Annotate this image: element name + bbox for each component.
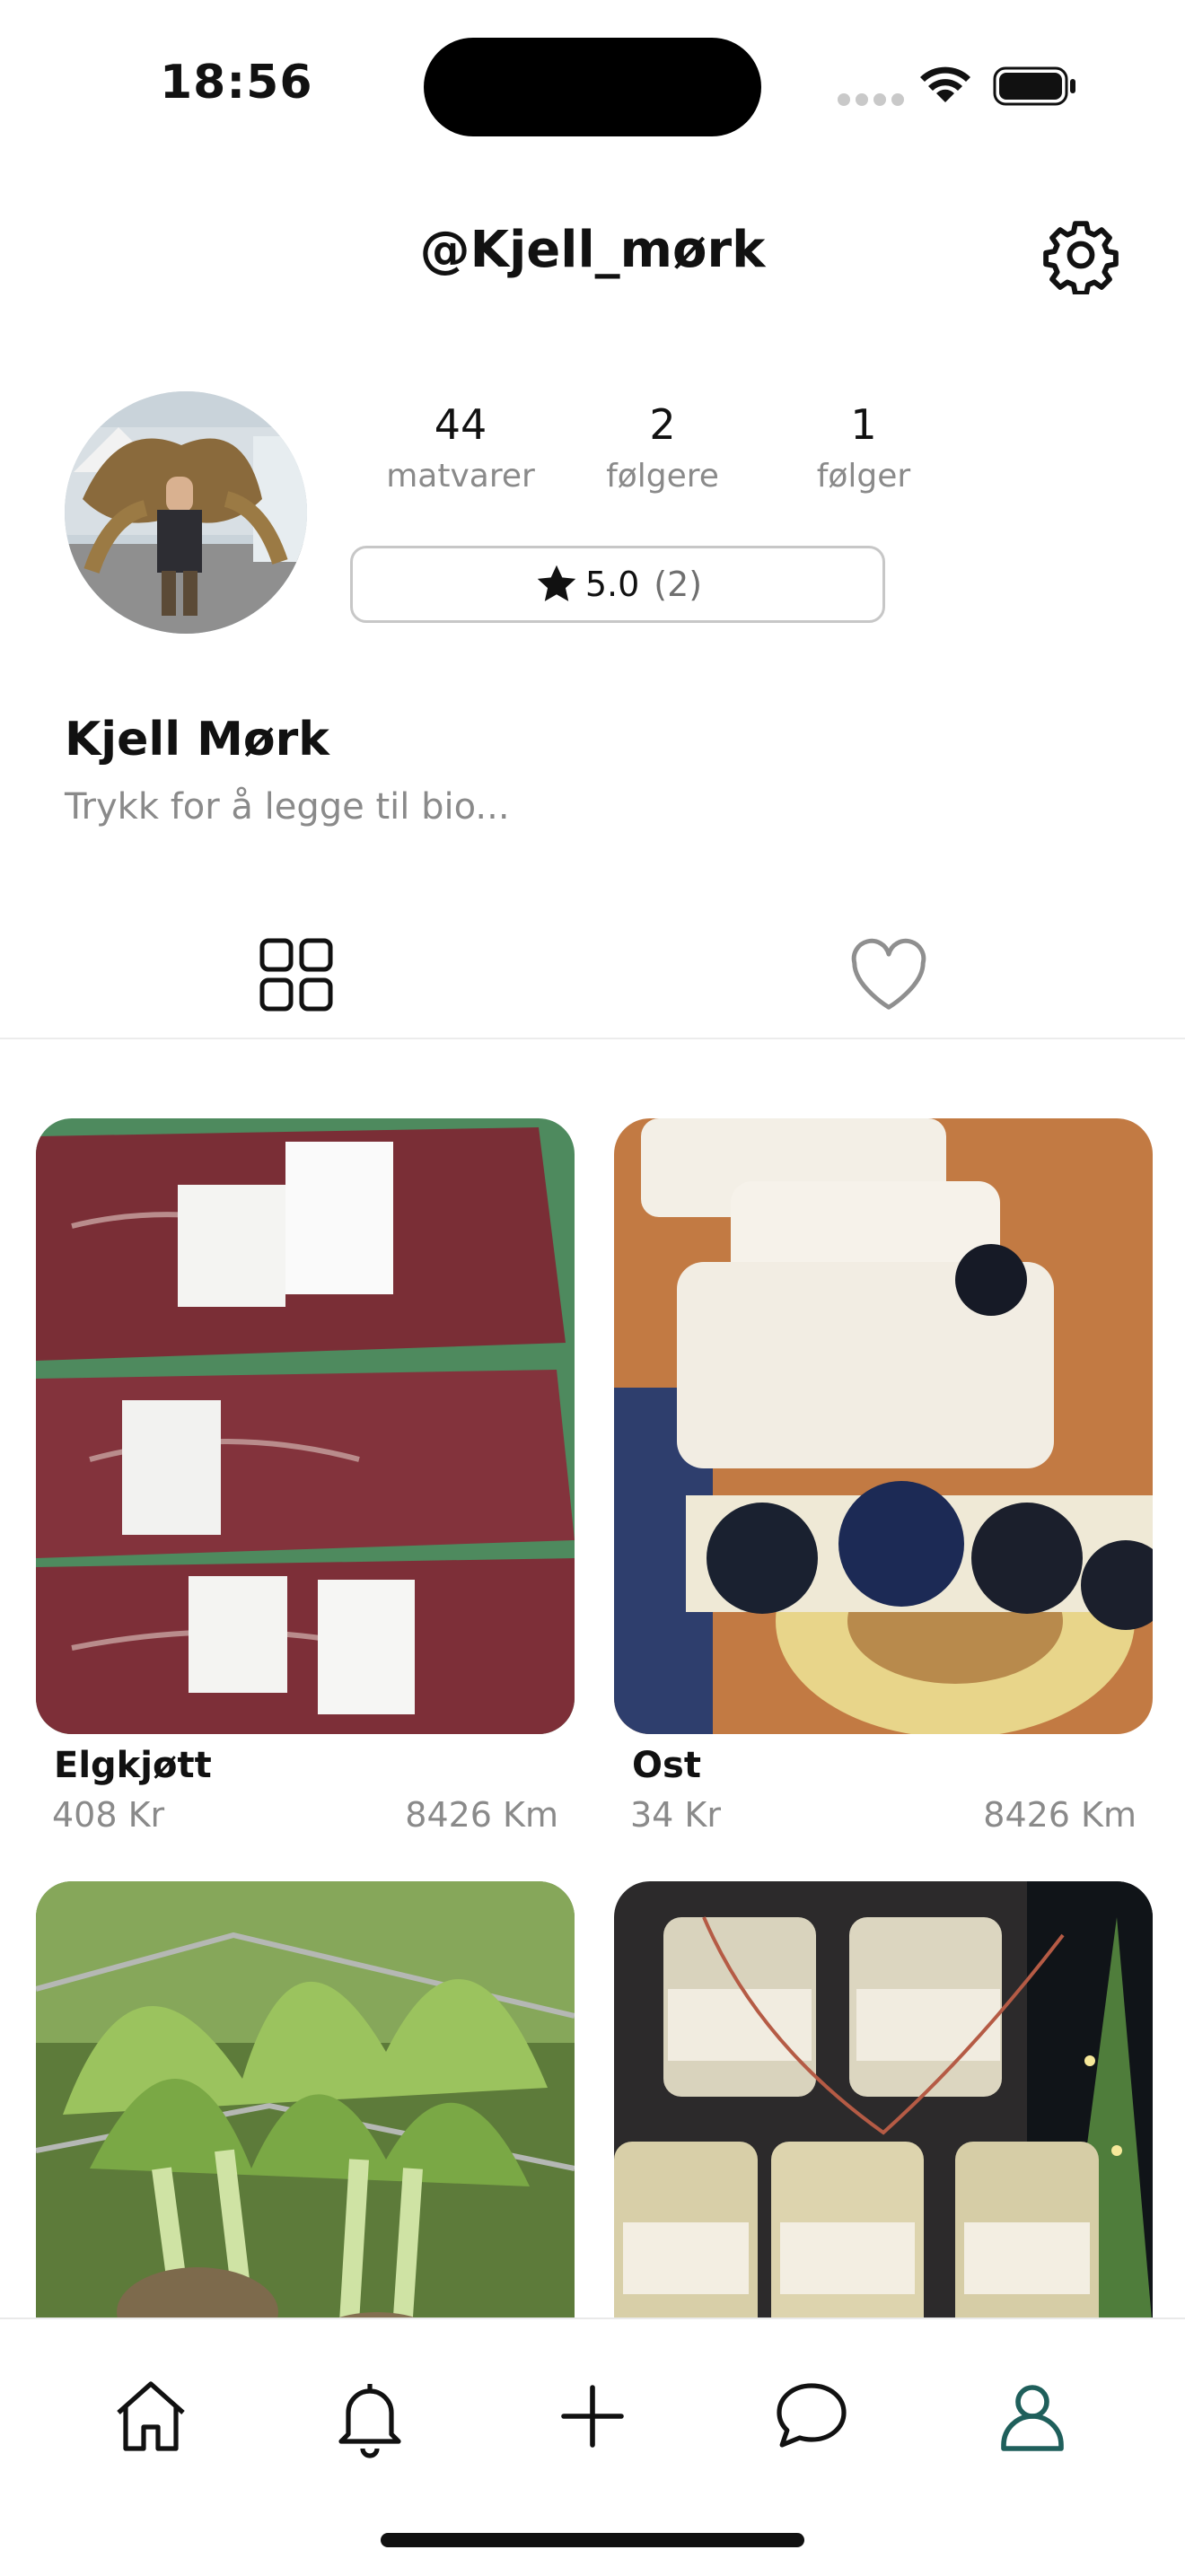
stat-items-value: 44 bbox=[434, 400, 487, 449]
product-price: 34 Kr bbox=[630, 1795, 721, 1835]
product-image[interactable] bbox=[614, 1118, 1153, 1734]
dynamic-island bbox=[424, 38, 761, 136]
plus-icon bbox=[561, 2385, 624, 2448]
profile-username: @Kjell_mørk bbox=[419, 221, 766, 279]
stat-followers-value: 2 bbox=[649, 400, 676, 449]
nav-home[interactable] bbox=[108, 2373, 194, 2459]
heart-icon bbox=[851, 938, 926, 1010]
stat-items-label: matvarer bbox=[386, 458, 535, 495]
rating-button[interactable]: 5.0 (2) bbox=[350, 546, 885, 623]
status-icons bbox=[835, 59, 1077, 110]
product-title: Elgkjøtt bbox=[54, 1745, 212, 1786]
bio-placeholder[interactable]: Trykk for å legge til bio... bbox=[65, 786, 510, 828]
nav-profile[interactable] bbox=[989, 2373, 1075, 2459]
product-title: Ost bbox=[632, 1745, 701, 1786]
tab-likes[interactable] bbox=[847, 937, 930, 1012]
product-price: 408 Kr bbox=[52, 1795, 165, 1835]
stat-items[interactable]: 44 matvarer bbox=[371, 400, 550, 495]
battery-icon bbox=[993, 66, 1075, 106]
product-card[interactable]: Ost 34 Kr 8426 Km bbox=[614, 1118, 1153, 1835]
stat-following[interactable]: 1 følger bbox=[774, 400, 953, 495]
bell-icon bbox=[338, 2384, 401, 2458]
signal-icon bbox=[838, 93, 904, 106]
settings-button[interactable] bbox=[1041, 215, 1120, 296]
stat-following-value: 1 bbox=[850, 400, 877, 449]
status-time: 18:56 bbox=[160, 56, 313, 110]
tab-divider bbox=[0, 1038, 1185, 1039]
grid-icon bbox=[259, 938, 333, 1012]
nav-messages[interactable] bbox=[768, 2373, 855, 2459]
home-icon bbox=[117, 2381, 185, 2451]
gear-icon bbox=[1043, 221, 1119, 296]
product-distance: 8426 Km bbox=[983, 1795, 1137, 1835]
product-distance: 8426 Km bbox=[405, 1795, 558, 1835]
profile-icon bbox=[1001, 2385, 1064, 2451]
nav-notifications[interactable] bbox=[327, 2373, 413, 2459]
chat-icon bbox=[777, 2383, 847, 2448]
product-card[interactable]: Elgkjøtt 408 Kr 8426 Km bbox=[36, 1118, 575, 1835]
home-indicator bbox=[381, 2533, 804, 2547]
star-icon bbox=[537, 565, 576, 601]
stat-followers[interactable]: 2 følgere bbox=[573, 400, 752, 495]
wifi-icon bbox=[920, 66, 970, 102]
stat-followers-label: følgere bbox=[606, 458, 719, 495]
nav-add[interactable] bbox=[549, 2373, 636, 2459]
avatar[interactable] bbox=[65, 391, 307, 634]
stat-following-label: følger bbox=[816, 458, 911, 495]
rating-count: (2) bbox=[654, 565, 703, 604]
profile-name: Kjell Mørk bbox=[65, 713, 329, 767]
rating-score: 5.0 bbox=[584, 565, 640, 604]
product-image[interactable] bbox=[36, 1118, 575, 1734]
tab-grid[interactable] bbox=[259, 937, 334, 1012]
